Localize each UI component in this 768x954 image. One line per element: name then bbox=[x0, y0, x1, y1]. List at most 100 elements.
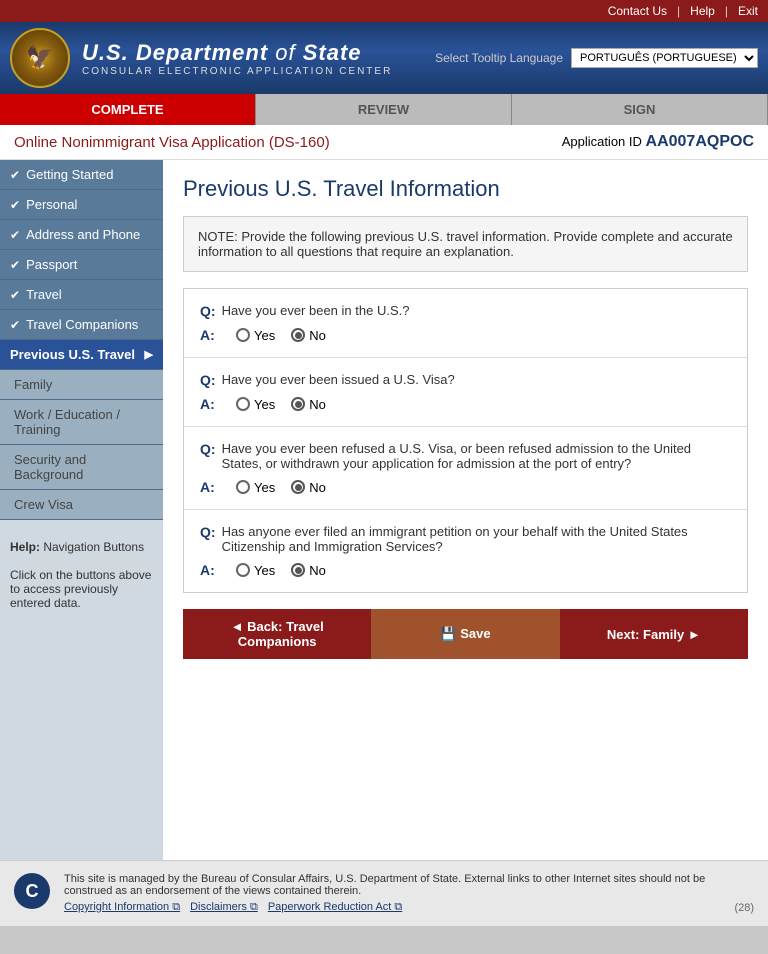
q1-yes-option[interactable]: Yes bbox=[236, 328, 275, 343]
sidebar-label: Security and Background bbox=[14, 452, 153, 482]
tooltip-label: Select Tooltip Language bbox=[435, 51, 563, 65]
check-icon: ✔ bbox=[10, 228, 20, 242]
q2-yes-radio[interactable] bbox=[236, 397, 250, 411]
q4-no-radio[interactable] bbox=[291, 563, 305, 577]
main-layout: ✔ Getting Started ✔ Personal ✔ Address a… bbox=[0, 160, 768, 860]
q1-text: Have you ever been in the U.S.? bbox=[222, 303, 410, 319]
arrow-icon: ▶ bbox=[145, 348, 153, 361]
contact-link[interactable]: Contact Us bbox=[608, 4, 667, 18]
a4-label: A: bbox=[200, 562, 220, 578]
progress-bar: COMPLETE REVIEW SIGN bbox=[0, 94, 768, 125]
sidebar-label: Previous U.S. Travel bbox=[10, 347, 135, 362]
q3-yes-radio[interactable] bbox=[236, 480, 250, 494]
bottom-nav: ◄ Back: Travel Companions 💾 Save Next: F… bbox=[183, 609, 748, 659]
help-text: Click on the buttons above to access pre… bbox=[10, 568, 153, 610]
step-complete: COMPLETE bbox=[0, 94, 256, 125]
language-select[interactable]: PORTUGUÊS (PORTUGUESE) ENGLISH ESPAÑOL (… bbox=[571, 48, 758, 68]
logo: 🦅 bbox=[10, 28, 70, 88]
question-2-row: Q: Have you ever been issued a U.S. Visa… bbox=[200, 372, 731, 388]
check-icon: ✔ bbox=[10, 198, 20, 212]
q3-label: Q: bbox=[200, 441, 216, 471]
sidebar-item-previous-travel[interactable]: Previous U.S. Travel ▶ bbox=[0, 340, 163, 370]
check-icon: ✔ bbox=[10, 168, 20, 182]
sidebar: ✔ Getting Started ✔ Personal ✔ Address a… bbox=[0, 160, 163, 860]
app-title: Online Nonimmigrant Visa Application (DS… bbox=[14, 134, 330, 151]
sidebar-item-address[interactable]: ✔ Address and Phone bbox=[0, 220, 163, 250]
q4-label: Q: bbox=[200, 524, 216, 554]
sidebar-item-travel[interactable]: ✔ Travel bbox=[0, 280, 163, 310]
question-1-row: Q: Have you ever been in the U.S.? bbox=[200, 303, 731, 319]
sidebar-item-travel-companions[interactable]: ✔ Travel Companions bbox=[0, 310, 163, 340]
sidebar-label: Work / Education / Training bbox=[14, 407, 153, 437]
question-3-row: Q: Have you ever been refused a U.S. Vis… bbox=[200, 441, 731, 471]
top-bar: Contact Us | Help | Exit bbox=[0, 0, 768, 22]
sidebar-item-getting-started[interactable]: ✔ Getting Started bbox=[0, 160, 163, 190]
sidebar-item-crew-visa[interactable]: Crew Visa bbox=[0, 490, 163, 520]
app-id-area: Application ID AA007AQPOC bbox=[562, 133, 754, 151]
q1-no-radio[interactable] bbox=[291, 328, 305, 342]
note-text: NOTE: Provide the following previous U.S… bbox=[198, 229, 733, 259]
paperwork-link[interactable]: Paperwork Reduction Act ⧉ bbox=[268, 901, 402, 914]
sidebar-label: Address and Phone bbox=[26, 227, 140, 242]
sidebar-label: Passport bbox=[26, 257, 77, 272]
note-box: NOTE: Provide the following previous U.S… bbox=[183, 216, 748, 272]
page-number: (28) bbox=[734, 902, 754, 914]
sidebar-item-work-education[interactable]: Work / Education / Training bbox=[0, 400, 163, 445]
dept-subtitle: CONSULAR ELECTRONIC APPLICATION CENTER bbox=[82, 66, 392, 77]
q3-yes-option[interactable]: Yes bbox=[236, 480, 275, 495]
q4-yes-radio[interactable] bbox=[236, 563, 250, 577]
disclaimers-link[interactable]: Disclaimers ⧉ bbox=[190, 901, 258, 914]
dept-name: U.S. Department of State bbox=[82, 40, 392, 66]
question-2: Q: Have you ever been issued a U.S. Visa… bbox=[184, 358, 747, 427]
questions-box: Q: Have you ever been in the U.S.? A: Ye… bbox=[183, 288, 748, 593]
save-button[interactable]: 💾 Save bbox=[371, 609, 559, 659]
sidebar-item-passport[interactable]: ✔ Passport bbox=[0, 250, 163, 280]
sidebar-item-security[interactable]: Security and Background bbox=[0, 445, 163, 490]
exit-link[interactable]: Exit bbox=[738, 4, 758, 18]
question-4-row: Q: Has anyone ever filed an immigrant pe… bbox=[200, 524, 731, 554]
q2-no-label: No bbox=[309, 397, 326, 412]
app-id: AA007AQPOC bbox=[646, 133, 754, 150]
q2-yes-option[interactable]: Yes bbox=[236, 397, 275, 412]
a4-row: A: Yes No bbox=[200, 562, 731, 578]
main-content: Previous U.S. Travel Information NOTE: P… bbox=[163, 160, 768, 860]
sidebar-label: Personal bbox=[26, 197, 77, 212]
sidebar-label: Crew Visa bbox=[14, 497, 73, 512]
sidebar-label: Family bbox=[14, 377, 52, 392]
q1-yes-label: Yes bbox=[254, 328, 275, 343]
sidebar-label: Travel bbox=[26, 287, 62, 302]
footer-description: This site is managed by the Bureau of Co… bbox=[64, 873, 720, 897]
a1-row: A: Yes No bbox=[200, 327, 731, 343]
q4-yes-option[interactable]: Yes bbox=[236, 563, 275, 578]
help-link[interactable]: Help bbox=[690, 4, 715, 18]
q2-no-option[interactable]: No bbox=[291, 397, 326, 412]
q3-no-radio[interactable] bbox=[291, 480, 305, 494]
back-button[interactable]: ◄ Back: Travel Companions bbox=[183, 609, 371, 659]
copyright-link[interactable]: Copyright Information ⧉ bbox=[64, 901, 180, 914]
header: 🦅 U.S. Department of State CONSULAR ELEC… bbox=[0, 22, 768, 94]
q1-yes-radio[interactable] bbox=[236, 328, 250, 342]
sidebar-item-personal[interactable]: ✔ Personal bbox=[0, 190, 163, 220]
app-header: Online Nonimmigrant Visa Application (DS… bbox=[0, 125, 768, 160]
next-button[interactable]: Next: Family ► bbox=[560, 609, 748, 659]
q1-no-option[interactable]: No bbox=[291, 328, 326, 343]
language-selector-area: Select Tooltip Language PORTUGUÊS (PORTU… bbox=[435, 48, 758, 68]
sidebar-item-family[interactable]: Family bbox=[0, 370, 163, 400]
q1-no-label: No bbox=[309, 328, 326, 343]
q1-label: Q: bbox=[200, 303, 216, 319]
q2-no-radio[interactable] bbox=[291, 397, 305, 411]
q2-text: Have you ever been issued a U.S. Visa? bbox=[222, 372, 455, 388]
question-1: Q: Have you ever been in the U.S.? A: Ye… bbox=[184, 289, 747, 358]
step-review: REVIEW bbox=[256, 94, 512, 125]
q3-no-option[interactable]: No bbox=[291, 480, 326, 495]
a2-label: A: bbox=[200, 396, 220, 412]
question-3: Q: Have you ever been refused a U.S. Vis… bbox=[184, 427, 747, 510]
footer-links: Copyright Information ⧉ Disclaimers ⧉ Pa… bbox=[64, 901, 720, 914]
footer-text: This site is managed by the Bureau of Co… bbox=[64, 873, 720, 914]
q4-no-option[interactable]: No bbox=[291, 563, 326, 578]
q3-yes-label: Yes bbox=[254, 480, 275, 495]
q2-yes-label: Yes bbox=[254, 397, 275, 412]
q3-no-label: No bbox=[309, 480, 326, 495]
sidebar-label: Travel Companions bbox=[26, 317, 138, 332]
q2-label: Q: bbox=[200, 372, 216, 388]
